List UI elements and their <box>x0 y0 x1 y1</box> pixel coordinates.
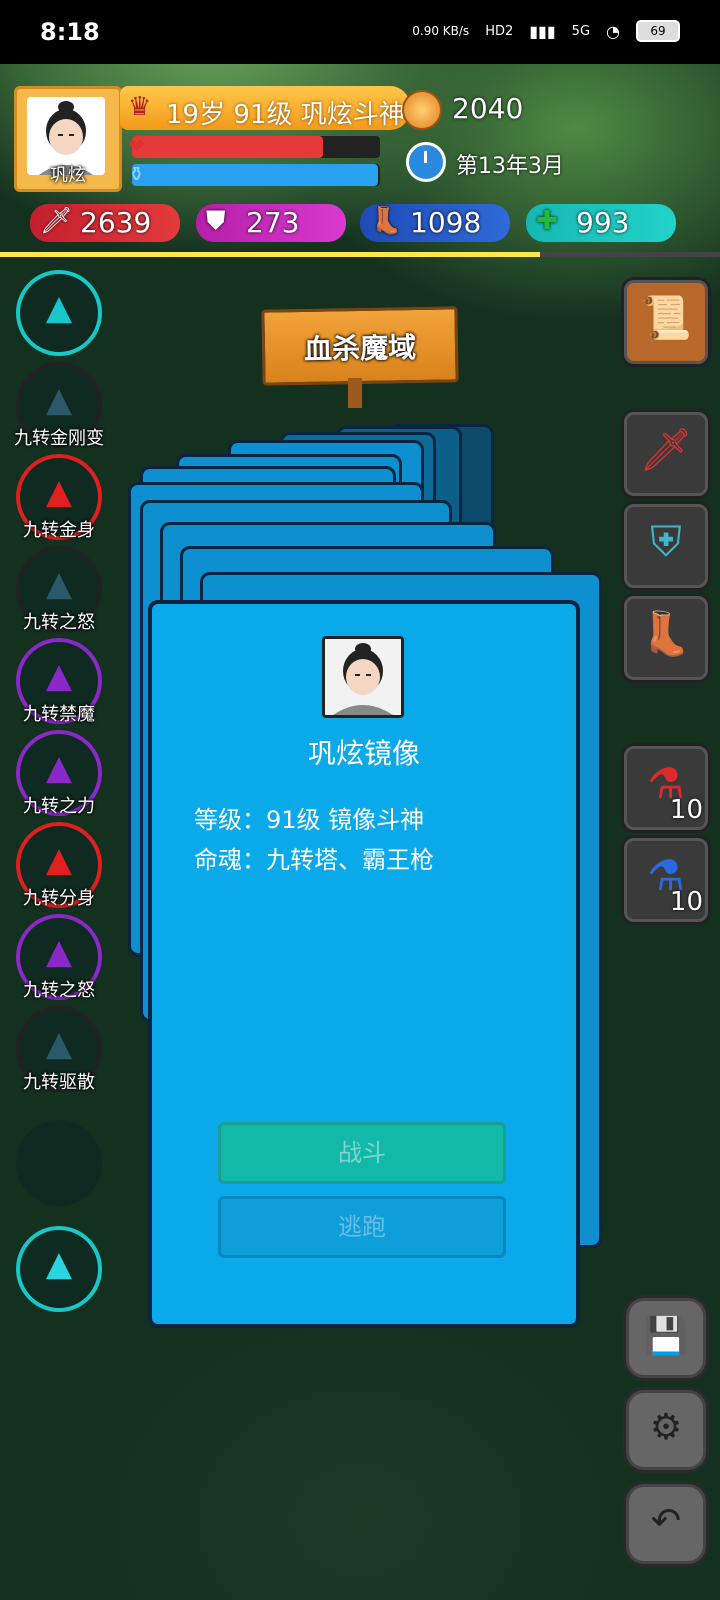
enemy-soul: 命魂：九转塔、霸王枪 <box>194 846 434 874</box>
coin-count: 2040 <box>452 92 524 125</box>
tower-weapon-skill[interactable]: ▲ <box>16 1226 102 1312</box>
sword-icon: 🗡 <box>40 206 74 236</box>
skill-slot[interactable]: ▲ 九转金身 <box>16 454 102 541</box>
boot-icon: 👢 <box>370 206 403 236</box>
rage-icon: ▲ <box>45 564 73 604</box>
speed-stat: 👢 1098 <box>360 204 510 242</box>
clock-time: 8:18 <box>40 18 100 46</box>
wifi-icon: ◔ <box>606 21 620 41</box>
skill-slot[interactable]: ▲ 九转禁魔 <box>16 638 102 725</box>
enemy-name: 巩炫镜像 <box>307 737 420 770</box>
signal-icon: ▮▮▮ <box>529 21 556 41</box>
hd-icon: HD2 <box>485 23 514 39</box>
save-button[interactable]: 💾 <box>626 1298 706 1378</box>
enemy-card: 巩炫镜像 等级：91级 镜像斗神 命魂：九转塔、霸王枪 战斗 逃跑 <box>148 600 580 1328</box>
game-date: 第13年3月 <box>456 154 564 179</box>
enemy-level: 等级：91级 镜像斗神 <box>194 806 425 834</box>
5g-signal: 5G <box>571 23 591 39</box>
settings-button[interactable]: ⚙ <box>626 1390 706 1470</box>
clock-icon <box>406 142 446 182</box>
skill-label: 九转金刚变 <box>14 428 104 449</box>
health-cross-icon: ✚ <box>536 206 558 236</box>
defense-stat: ⛊ 273 <box>196 204 346 242</box>
defense-value: 273 <box>246 206 300 239</box>
back-button[interactable]: ↶ <box>626 1484 706 1564</box>
fight-button[interactable]: 战斗 <box>218 1122 506 1184</box>
tower-icon: ▲ <box>45 1244 73 1284</box>
enemy-portrait <box>322 636 404 718</box>
armor-slot[interactable]: ⛨ <box>624 504 708 588</box>
armor-icon: ⛨ <box>650 517 682 566</box>
status-bar: 8:18 0.90 KB/s HD2 ▮▮▮ 5G ◔ 69 <box>0 0 720 64</box>
mp-potion-slot[interactable]: ⚗ 10 <box>624 838 708 922</box>
skill-label: 九转金身 <box>23 520 95 541</box>
body-icon: ▲ <box>45 472 73 512</box>
player-name: 巩炫 <box>50 165 86 186</box>
dispel-icon: ▲ <box>45 1024 73 1064</box>
health-value: 993 <box>576 206 630 239</box>
hp-potion-slot[interactable]: ⚗ 10 <box>624 746 708 830</box>
mp-bar-fill <box>132 164 378 186</box>
empty-skill-slot[interactable] <box>16 1120 102 1206</box>
status-icons: 0.90 KB/s HD2 ▮▮▮ 5G ◔ 69 <box>412 20 680 42</box>
map-scroll-button[interactable]: 📜 <box>624 280 708 364</box>
clone-icon: ▲ <box>45 840 73 880</box>
mp-potion-count: 10 <box>669 887 703 917</box>
save-icon: 💾 <box>643 1316 689 1357</box>
skill-slot[interactable]: ▲ 九转之力 <box>16 730 102 817</box>
rage-icon: ▲ <box>45 932 73 972</box>
skill-label: 九转之怒 <box>23 980 95 1001</box>
progress-line-track <box>540 252 720 257</box>
hp-potion-count: 10 <box>669 795 703 825</box>
coin-icon <box>402 90 442 130</box>
location-name: 血杀魔域 <box>303 331 417 366</box>
sign-post <box>348 378 362 408</box>
skill-slot[interactable]: ▲ 九转驱散 <box>16 1006 102 1093</box>
heart-icon: ❤ <box>128 134 145 158</box>
progress-line <box>0 252 540 257</box>
skill-label: 九转驱散 <box>23 1072 95 1093</box>
statue-icon: ▲ <box>45 380 73 420</box>
skill-label: 九转禁魔 <box>23 704 95 725</box>
potion-icon: ⚱ <box>128 162 145 186</box>
skill-label: 九转之力 <box>23 796 95 817</box>
player-avatar[interactable]: 巩炫 <box>14 86 122 192</box>
net-speed: 0.90 KB/s <box>412 24 470 38</box>
player-hud: 巩炫 ♛ 19岁 91级 巩炫斗神 ❤ ⚱ 2040 第13年3月 🗡 2639… <box>0 64 720 260</box>
back-arrow-icon: ↶ <box>650 1501 682 1542</box>
skill-slot[interactable]: ▲ <box>16 270 102 356</box>
boots-icon: 👢 <box>639 609 693 658</box>
hp-bar: ❤ <box>128 134 380 158</box>
level-text: 19岁 91级 巩炫斗神 <box>166 100 405 130</box>
flee-button[interactable]: 逃跑 <box>218 1196 506 1258</box>
crown-icon: ♛ <box>128 92 152 122</box>
power-icon: ▲ <box>45 748 73 788</box>
gear-icon: ⚙ <box>649 1407 683 1448</box>
skill-label: 九转之怒 <box>23 612 95 633</box>
attack-stat: 🗡 2639 <box>30 204 180 242</box>
speed-value: 1098 <box>410 206 482 239</box>
mp-bar: ⚱ <box>128 162 380 186</box>
weapon-slot[interactable]: 🗡 <box>624 412 708 496</box>
tower-icon: ▲ <box>45 288 73 328</box>
health-stat: ✚ 993 <box>526 204 676 242</box>
level-banner: ♛ 19岁 91级 巩炫斗神 <box>120 86 410 130</box>
boots-slot[interactable]: 👢 <box>624 596 708 680</box>
skill-label: 九转分身 <box>23 888 95 909</box>
scroll-map-icon: 📜 <box>639 293 693 342</box>
skill-slot[interactable]: ▲ 九转金刚变 <box>14 362 104 449</box>
skill-slot[interactable]: ▲ 九转之怒 <box>16 914 102 1001</box>
battery-icon: 69 <box>636 20 680 42</box>
seal-icon: ▲ <box>45 656 73 696</box>
location-sign: 血杀魔域 <box>261 306 459 386</box>
red-sword-icon: 🗡 <box>639 425 693 474</box>
skill-slot[interactable]: ▲ 九转分身 <box>16 822 102 909</box>
hp-bar-fill <box>132 136 323 158</box>
skill-slot[interactable]: ▲ 九转之怒 <box>16 546 102 633</box>
attack-value: 2639 <box>80 206 152 239</box>
shield-icon: ⛊ <box>206 206 226 236</box>
